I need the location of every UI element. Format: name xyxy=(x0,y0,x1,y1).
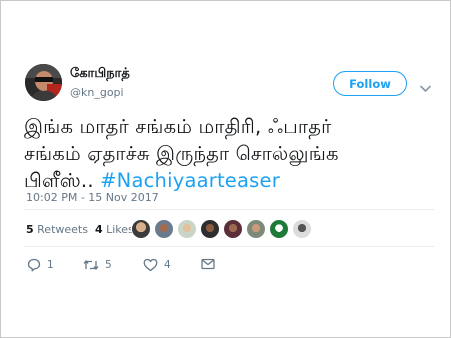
likes-stat[interactable]: 4 Likes xyxy=(95,223,134,236)
avatar[interactable] xyxy=(131,219,151,239)
retweets-label: Retweets xyxy=(37,223,88,236)
reply-icon xyxy=(27,258,47,272)
heart-icon xyxy=(143,258,164,272)
tweet-text-line: இங்க மாதர் சங்கம் மாதிரி, ஃபாதர் xyxy=(24,115,332,138)
tweet-text-segment: பிளீஸ்.. xyxy=(24,169,101,192)
direct-message-button[interactable] xyxy=(201,258,221,270)
avatar[interactable] xyxy=(269,219,289,239)
retweet-button[interactable]: 5 xyxy=(83,258,112,272)
tweet-timestamp[interactable]: 10:02 PM - 15 Nov 2017 xyxy=(26,191,159,204)
retweet-count: 5 xyxy=(105,259,112,271)
user-handle[interactable]: @kn_gopi xyxy=(70,86,124,99)
tweet-text-line: சங்கம் ஏதாச்சு இருந்தா சொல்லுங்க xyxy=(24,142,339,165)
retweet-icon xyxy=(83,258,105,272)
retweets-count: 5 xyxy=(26,223,34,236)
avatar[interactable] xyxy=(154,219,174,239)
avatar[interactable] xyxy=(246,219,266,239)
hashtag-link[interactable]: #Nachiyaarteaser xyxy=(100,169,280,192)
divider xyxy=(24,246,434,247)
tweet-text-line: பிளீஸ்.. #Nachiyaarteaser xyxy=(24,167,444,194)
reply-button[interactable]: 1 xyxy=(27,258,54,272)
engagement-stats: 5 Retweets 4 Likes xyxy=(26,223,134,236)
retweets-stat[interactable]: 5 Retweets xyxy=(26,223,88,236)
divider xyxy=(24,209,434,210)
avatar[interactable] xyxy=(292,219,312,239)
likes-label: Likes xyxy=(106,223,134,236)
like-count: 4 xyxy=(164,259,171,271)
avatar[interactable] xyxy=(223,219,243,239)
tweet-card: கோபிநாத் @kn_gopi Follow இங்க மாதர் சங்க… xyxy=(0,0,451,338)
avatar[interactable] xyxy=(177,219,197,239)
display-name[interactable]: கோபிநாத் xyxy=(70,66,130,82)
like-button[interactable]: 4 xyxy=(143,258,171,272)
follow-button[interactable]: Follow xyxy=(333,71,407,96)
liker-avatars xyxy=(131,219,315,241)
reply-count: 1 xyxy=(47,259,54,271)
avatar[interactable] xyxy=(25,64,62,101)
envelope-icon xyxy=(201,258,221,270)
tweet-text: இங்க மாதர் சங்கம் மாதிரி, ஃபாதர் சங்கம் … xyxy=(24,113,444,194)
avatar[interactable] xyxy=(200,219,220,239)
chevron-down-icon[interactable] xyxy=(420,78,431,92)
likes-count: 4 xyxy=(94,223,103,236)
